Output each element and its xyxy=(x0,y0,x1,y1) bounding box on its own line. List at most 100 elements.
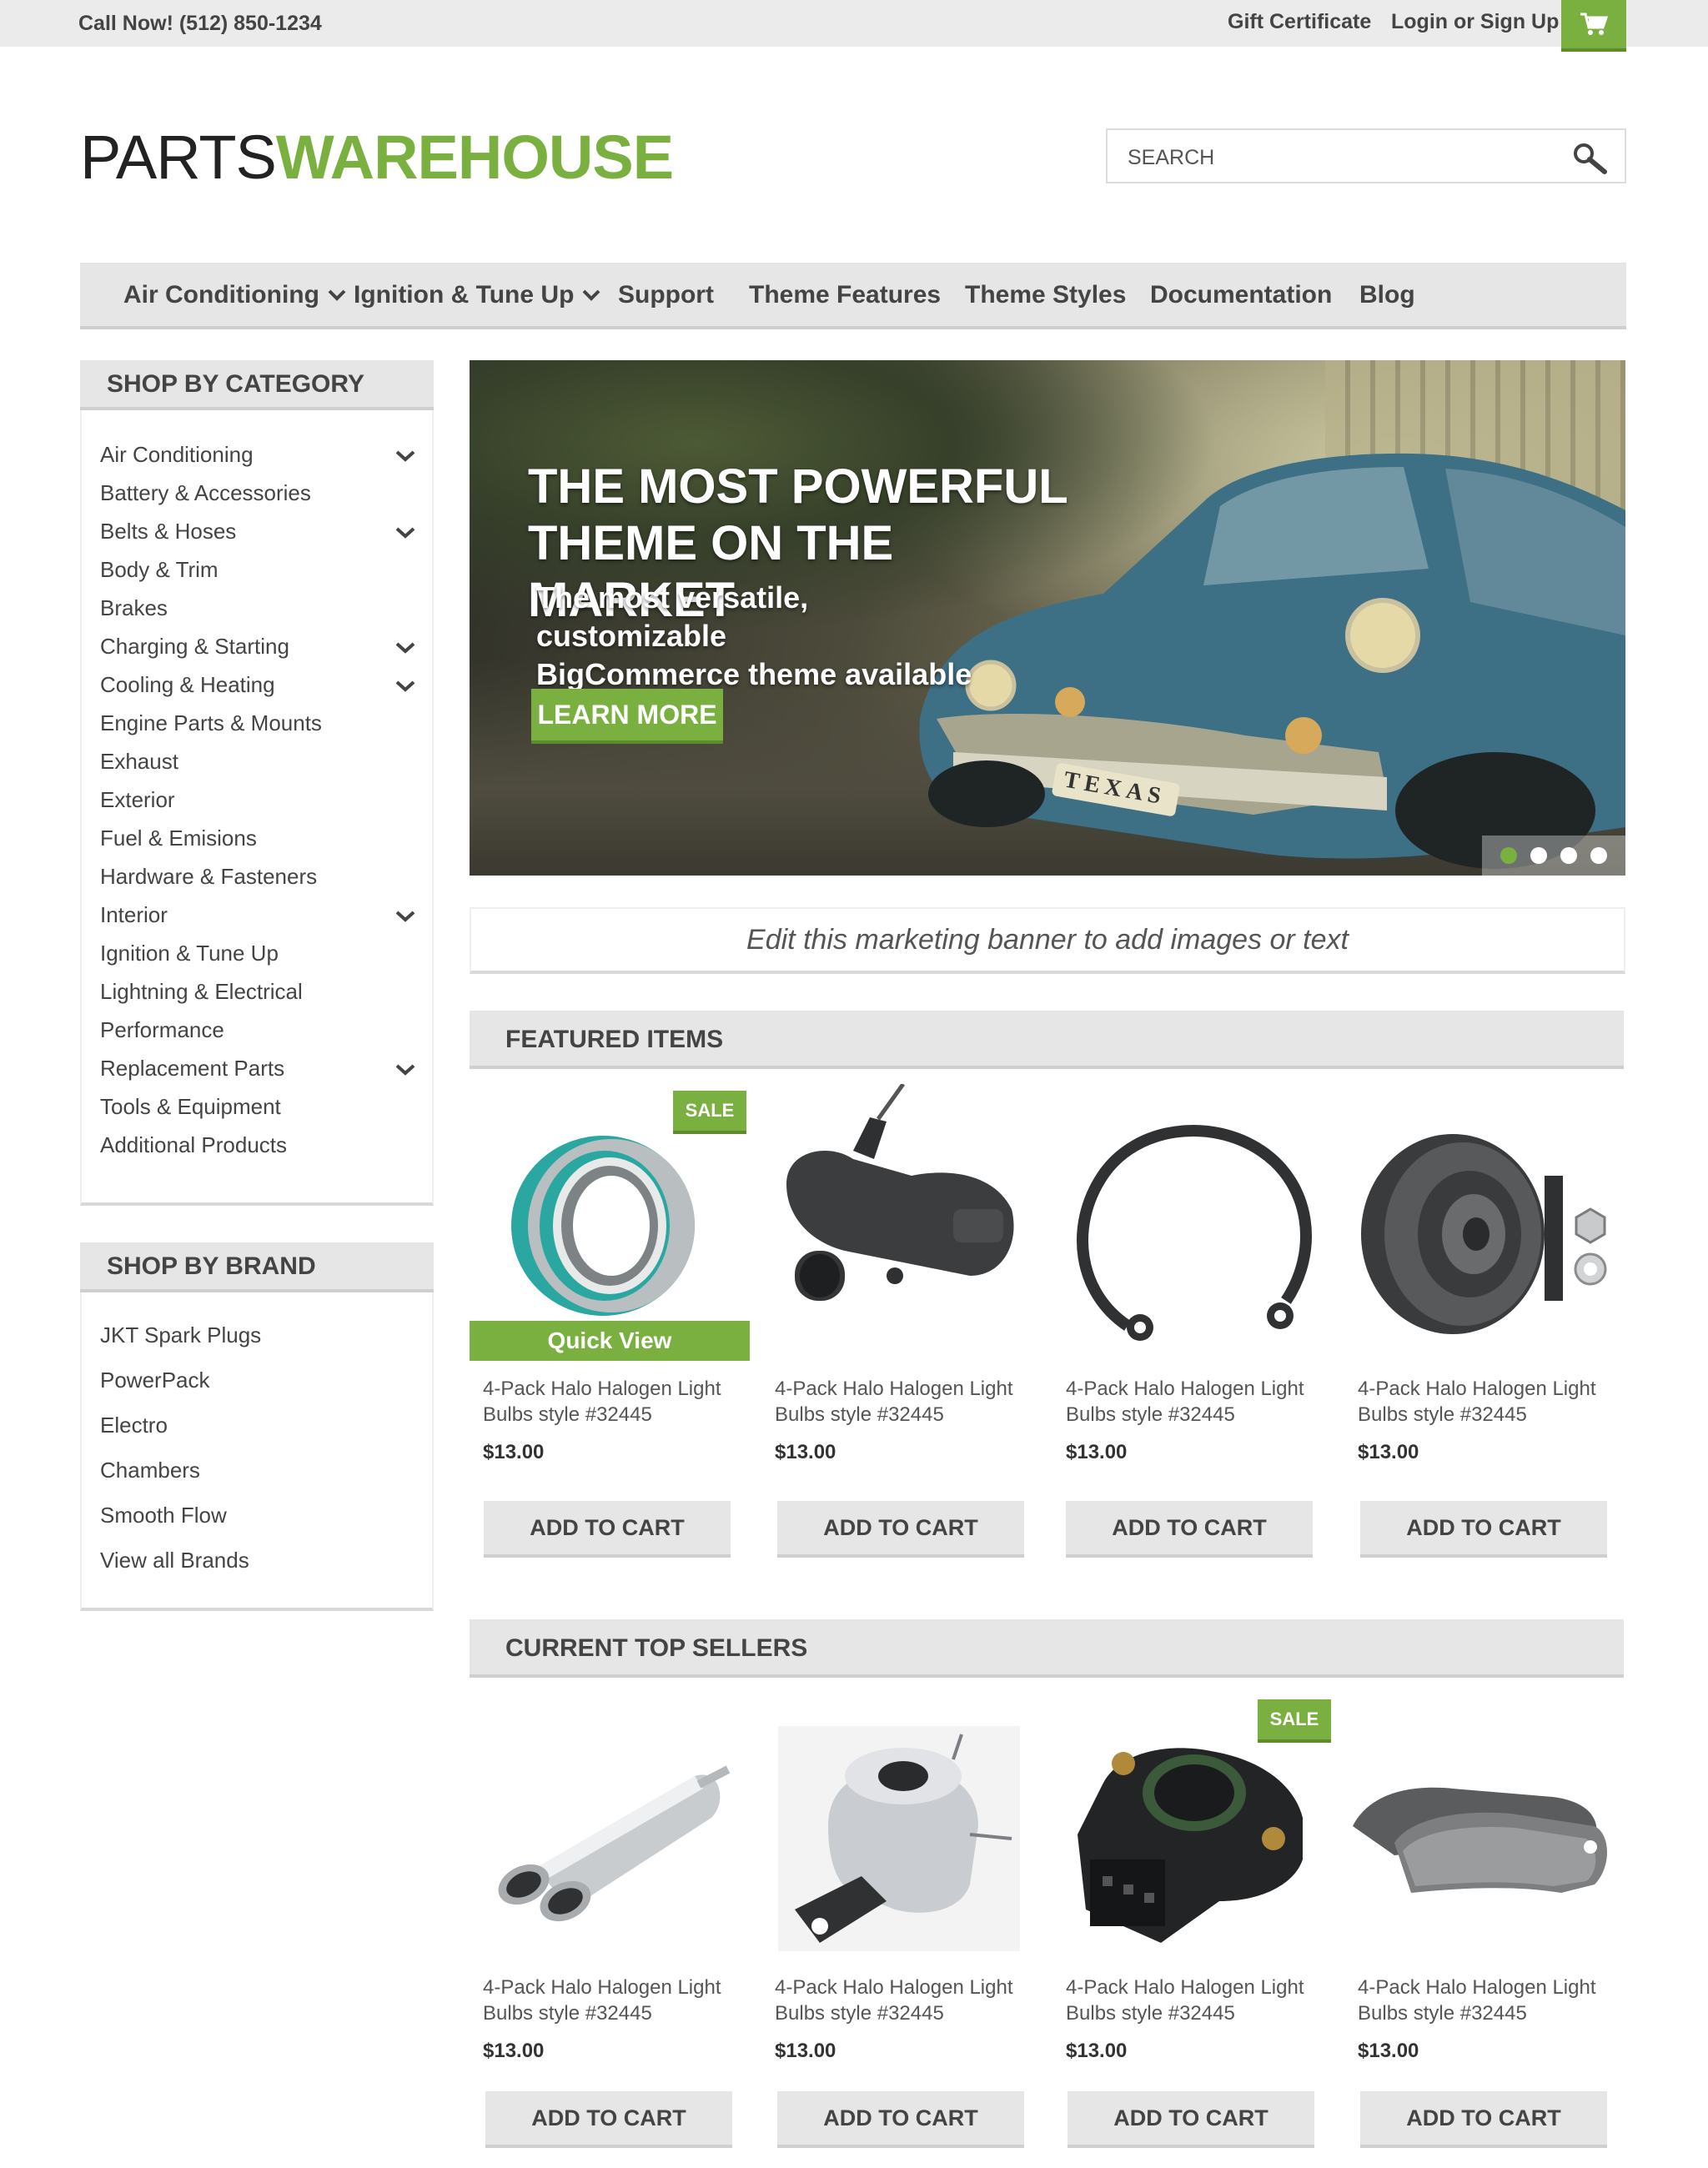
view-all-brands-link[interactable]: View all Brands xyxy=(100,1548,249,1573)
top-bar: Call Now! (512) 850-1234 Gift Certificat… xyxy=(0,0,1708,52)
logo-part-parts: PARTS xyxy=(80,123,277,192)
category-item[interactable]: Body & Trim xyxy=(100,557,219,583)
nav-item-theme-styles[interactable]: Theme Styles xyxy=(965,281,1126,309)
chevron-down-icon[interactable] xyxy=(395,680,415,692)
product-name[interactable]: 4-Pack Halo Halogen Light Bulbs style #3… xyxy=(1066,1975,1333,2026)
add-to-cart-button[interactable]: ADD TO CART xyxy=(777,1501,1024,1558)
product-image-brake-pads[interactable] xyxy=(1344,1693,1620,1951)
product-name[interactable]: 4-Pack Halo Halogen Light Bulbs style #3… xyxy=(1066,1376,1333,1428)
slider-dots xyxy=(1482,836,1625,876)
site-logo[interactable]: PARTSWAREHOUSE xyxy=(80,122,674,193)
product-image-intake-hose[interactable] xyxy=(761,1084,1037,1342)
nav-item-blog[interactable]: Blog xyxy=(1359,281,1415,309)
add-to-cart-button[interactable]: ADD TO CART xyxy=(1068,2091,1314,2148)
add-to-cart-button[interactable]: ADD TO CART xyxy=(1360,2091,1607,2148)
product-card[interactable]: 4-Pack Halo Halogen Light Bulbs style #3… xyxy=(761,1084,1037,1568)
product-card[interactable]: 4-Pack Halo Halogen Light Bulbs style #3… xyxy=(470,1693,745,2168)
brand-item[interactable]: PowerPack xyxy=(100,1368,210,1393)
cart-button[interactable] xyxy=(1561,0,1626,52)
nav-item-air-conditioning[interactable]: Air Conditioning xyxy=(123,281,346,309)
shop-by-category-title: SHOP BY CATEGORY xyxy=(107,370,364,398)
product-card[interactable]: 4-Pack Halo Halogen Light Bulbs style #3… xyxy=(1344,1084,1620,1568)
category-item[interactable]: Cooling & Heating xyxy=(100,672,275,698)
login-signup-link[interactable]: Login or Sign Up xyxy=(1391,10,1559,34)
learn-more-button[interactable]: LEARN MORE xyxy=(531,689,723,744)
product-card[interactable]: 4-Pack Halo Halogen Light Bulbs style #3… xyxy=(1344,1693,1620,2168)
hero-title-line-1: THE MOST POWERFUL xyxy=(528,459,1068,514)
product-name[interactable]: 4-Pack Halo Halogen Light Bulbs style #3… xyxy=(483,1376,750,1428)
quick-view-button[interactable]: Quick View xyxy=(470,1321,750,1361)
category-item[interactable]: Exterior xyxy=(100,787,175,813)
nav-label: Ignition & Tune Up xyxy=(354,281,575,309)
nav-item-support[interactable]: Support xyxy=(618,281,714,309)
add-to-cart-button[interactable]: ADD TO CART xyxy=(1360,1501,1607,1558)
nav-label: Blog xyxy=(1359,281,1415,309)
phone-number: Call Now! (512) 850-1234 xyxy=(78,12,322,35)
featured-items-title: FEATURED ITEMS xyxy=(505,1026,724,1053)
add-to-cart-button[interactable]: ADD TO CART xyxy=(777,2091,1024,2148)
search-icon[interactable] xyxy=(1571,142,1608,175)
category-item[interactable]: Charging & Starting xyxy=(100,634,289,660)
slider-dot-3[interactable] xyxy=(1560,847,1577,864)
category-item[interactable]: Exhaust xyxy=(100,749,178,775)
category-item[interactable]: Battery & Accessories xyxy=(100,480,311,506)
category-item[interactable]: Air Conditioning xyxy=(100,442,254,468)
product-name[interactable]: 4-Pack Halo Halogen Light Bulbs style #3… xyxy=(775,1975,1042,2026)
slider-dot-4[interactable] xyxy=(1590,847,1607,864)
chevron-down-icon[interactable] xyxy=(395,911,415,922)
nav-item-theme-features[interactable]: Theme Features xyxy=(749,281,941,309)
category-item[interactable]: Lightning & Electrical xyxy=(100,979,303,1005)
chevron-down-icon[interactable] xyxy=(395,1064,415,1076)
product-price: $13.00 xyxy=(483,1441,545,1463)
product-image-exhaust-muffler[interactable] xyxy=(470,1693,745,1951)
category-item[interactable]: Brakes xyxy=(100,595,168,621)
product-price: $13.00 xyxy=(1066,2040,1128,2062)
nav-item-ignition-tune-up[interactable]: Ignition & Tune Up xyxy=(354,281,600,309)
brand-item[interactable]: JKT Spark Plugs xyxy=(100,1322,261,1348)
category-item[interactable]: Engine Parts & Mounts xyxy=(100,710,322,736)
product-image-tensioner-pulley[interactable] xyxy=(1344,1084,1620,1342)
product-card[interactable]: 4-Pack Halo Halogen Light Bulbs style #3… xyxy=(1052,1084,1328,1568)
search-input[interactable] xyxy=(1126,142,1563,173)
product-name[interactable]: 4-Pack Halo Halogen Light Bulbs style #3… xyxy=(1358,1975,1625,2026)
logo-part-warehouse: WAREHOUSE xyxy=(275,123,674,192)
product-card[interactable]: 4-Pack Halo Halogen Light Bulbs style #3… xyxy=(761,1693,1037,2168)
hero-subtitle: The most versatile, customizable BigComm… xyxy=(536,579,1003,694)
slider-dot-2[interactable] xyxy=(1530,847,1547,864)
product-card[interactable]: SALE 4-Pack Halo Halogen Light Bulbs sty… xyxy=(1052,1693,1331,2168)
marketing-banner: Edit this marketing banner to add images… xyxy=(470,907,1625,974)
add-to-cart-button[interactable]: ADD TO CART xyxy=(484,1501,731,1558)
slider-dot-1[interactable] xyxy=(1500,847,1517,864)
hero-subtitle-line-2: BigCommerce theme available xyxy=(536,657,972,691)
nav-item-documentation[interactable]: Documentation xyxy=(1150,281,1332,309)
category-item[interactable]: Replacement Parts xyxy=(100,1056,284,1081)
search-box xyxy=(1106,128,1626,183)
category-item[interactable]: Belts & Hoses xyxy=(100,519,236,545)
product-image-snap-ring[interactable] xyxy=(1052,1084,1328,1342)
category-list: Air Conditioning Battery & Accessories B… xyxy=(80,410,434,1206)
chevron-down-icon[interactable] xyxy=(395,527,415,539)
add-to-cart-button[interactable]: ADD TO CART xyxy=(1066,1501,1313,1558)
gift-certificate-link[interactable]: Gift Certificate xyxy=(1228,10,1371,34)
category-item[interactable]: Fuel & Emisions xyxy=(100,826,257,851)
product-name[interactable]: 4-Pack Halo Halogen Light Bulbs style #3… xyxy=(775,1376,1042,1428)
product-price: $13.00 xyxy=(483,2040,545,2062)
product-card[interactable]: SALE Quick View 4-Pack Halo Halogen Ligh… xyxy=(470,1084,750,1568)
category-item[interactable]: Interior xyxy=(100,902,168,928)
product-name[interactable]: 4-Pack Halo Halogen Light Bulbs style #3… xyxy=(483,1975,750,2026)
category-item[interactable]: Hardware & Fasteners xyxy=(100,864,317,890)
product-image-egr-valve[interactable] xyxy=(761,1693,1037,1951)
brand-item[interactable]: Electro xyxy=(100,1413,168,1438)
brand-item[interactable]: Smooth Flow xyxy=(100,1503,227,1528)
category-item[interactable]: Ignition & Tune Up xyxy=(100,941,279,966)
product-name[interactable]: 4-Pack Halo Halogen Light Bulbs style #3… xyxy=(1358,1376,1625,1428)
category-item[interactable]: Tools & Equipment xyxy=(100,1094,281,1120)
hero-slider[interactable]: TEXAS THE MOST POWERFUL THEME ON THE MAR… xyxy=(470,360,1625,876)
shop-by-brand-header: SHOP BY BRAND xyxy=(80,1242,434,1292)
chevron-down-icon[interactable] xyxy=(395,642,415,654)
category-item[interactable]: Performance xyxy=(100,1017,224,1043)
chevron-down-icon[interactable] xyxy=(395,450,415,462)
add-to-cart-button[interactable]: ADD TO CART xyxy=(485,2091,732,2148)
category-item[interactable]: Additional Products xyxy=(100,1132,287,1158)
brand-item[interactable]: Chambers xyxy=(100,1458,200,1483)
